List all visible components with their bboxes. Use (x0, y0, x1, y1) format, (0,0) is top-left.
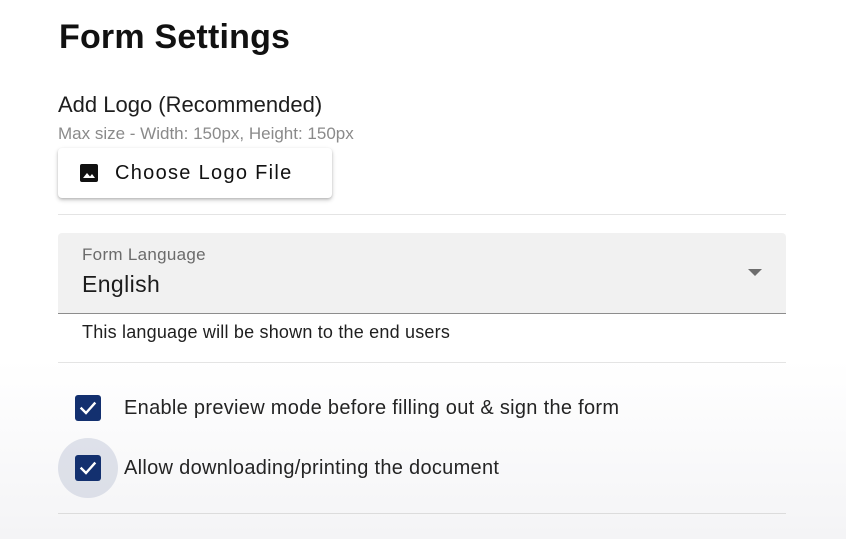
choose-logo-file-label: Choose Logo File (115, 161, 293, 184)
form-language-select[interactable]: Form Language English (58, 233, 786, 314)
logo-size-hint: Max size - Width: 150px, Height: 150px (58, 124, 354, 143)
page-title: Form Settings (59, 18, 291, 56)
dropdown-arrow-icon (748, 269, 762, 276)
preview-mode-checkbox[interactable] (75, 395, 101, 421)
divider (58, 513, 786, 514)
form-language-value: English (82, 271, 161, 297)
image-icon (78, 162, 100, 184)
preview-mode-option[interactable]: Enable preview mode before filling out &… (58, 378, 619, 438)
divider (58, 362, 786, 363)
allow-download-label: Allow downloading/printing the document (124, 456, 500, 479)
divider (58, 214, 786, 215)
checkmark-icon (79, 401, 97, 415)
add-logo-label: Add Logo (Recommended) (58, 92, 323, 117)
checkmark-icon (79, 461, 97, 475)
form-language-label: Form Language (82, 245, 206, 264)
checkbox-wrapper (58, 378, 118, 438)
allow-download-checkbox[interactable] (75, 455, 101, 481)
choose-logo-file-button[interactable]: Choose Logo File (58, 148, 332, 198)
form-language-helper-text: This language will be shown to the end u… (82, 322, 451, 342)
form-settings-page: Form Settings Add Logo (Recommended) Max… (0, 0, 846, 539)
allow-download-option[interactable]: Allow downloading/printing the document (58, 438, 499, 498)
checkbox-focus-ripple (58, 438, 118, 498)
preview-mode-label: Enable preview mode before filling out &… (124, 396, 620, 419)
